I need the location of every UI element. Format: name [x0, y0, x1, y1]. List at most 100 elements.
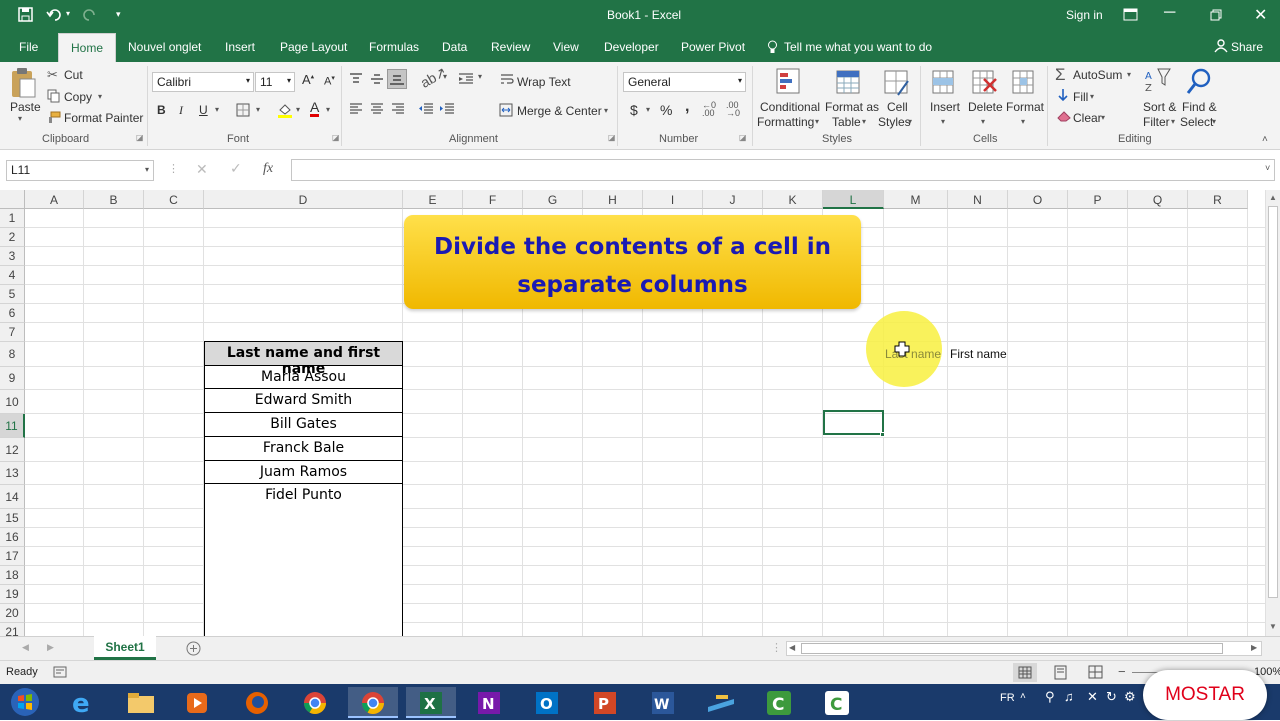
format-painter-button[interactable]: Format Painter [64, 111, 143, 125]
currency-dropdown-icon[interactable]: ▾ [646, 105, 650, 114]
format-dropdown-icon[interactable]: ▾ [1021, 117, 1025, 126]
input-language[interactable]: FR [1000, 692, 1015, 704]
wrap-text-button[interactable]: Wrap Text [517, 75, 571, 89]
text-direction-icon[interactable] [458, 73, 474, 85]
taskbar-onenote[interactable]: N [464, 687, 514, 718]
copy-dropdown-icon[interactable]: ▾ [98, 92, 102, 101]
table-row[interactable]: Bill Gates [205, 413, 402, 437]
comma-button[interactable]: , [685, 98, 689, 116]
taskbar-chrome-2[interactable] [348, 687, 398, 718]
zoom-out-icon[interactable]: − [1118, 664, 1126, 679]
row-header-20[interactable]: 20 [0, 604, 25, 623]
text-direction-dropdown-icon[interactable]: ▾ [478, 72, 482, 81]
column-header-b[interactable]: B [84, 190, 144, 209]
fill-color-dropdown-icon[interactable]: ▾ [296, 105, 300, 114]
worksheet-grid[interactable]: ABCDEFGHIJKLMNOPQR 1 2 3 4 5 6 7 8 9 10 11 12 13 14 15… [0, 190, 1280, 636]
align-bottom-button[interactable] [387, 69, 407, 89]
tab-file[interactable]: File [19, 40, 38, 54]
macro-recording-icon[interactable] [53, 666, 67, 678]
borders-icon[interactable] [236, 103, 250, 117]
fill-button[interactable]: Fill [1073, 90, 1088, 104]
taskbar-media-player[interactable] [172, 687, 222, 718]
paste-dropdown-icon[interactable]: ▾ [18, 114, 22, 123]
scroll-down-icon[interactable]: ▼ [1269, 622, 1277, 631]
italic-button[interactable]: I [179, 103, 183, 118]
clear-dropdown-icon[interactable]: ▾ [1101, 113, 1105, 122]
horizontal-scroll-thumb[interactable] [801, 643, 1223, 654]
row-header-16[interactable]: 16 [0, 528, 25, 547]
font-name-select[interactable]: Calibri ▾ [152, 72, 254, 92]
redo-icon[interactable] [80, 7, 98, 23]
orientation-dropdown-icon[interactable]: ▾ [443, 72, 447, 81]
horizontal-scrollbar[interactable]: ◀ ▶ [786, 641, 1262, 656]
row-header-3[interactable]: 3 [0, 247, 25, 266]
align-center-icon[interactable] [370, 103, 384, 115]
taskbar-outlook[interactable]: O [522, 687, 572, 718]
alignment-launcher-icon[interactable]: ◪ [608, 133, 616, 142]
format-as-table-button[interactable]: Format as [825, 100, 879, 114]
tab-power-pivot[interactable]: Power Pivot [681, 40, 745, 54]
tell-me-search[interactable]: Tell me what you want to do [784, 40, 932, 54]
collapse-ribbon-icon[interactable]: ˄ [1262, 134, 1268, 145]
font-launcher-icon[interactable]: ◪ [332, 133, 340, 142]
row-header-13[interactable]: 13 [0, 462, 25, 485]
cancel-entry-icon[interactable]: ✕ [196, 161, 208, 178]
tab-nouvel-onglet[interactable]: Nouvel onglet [128, 40, 201, 54]
find-select-button[interactable]: Find & [1182, 100, 1217, 114]
column-header-i[interactable]: I [643, 190, 703, 209]
next-sheet-icon[interactable]: ▶ [47, 642, 54, 653]
taskbar-powerpoint[interactable]: P [580, 687, 630, 718]
increase-indent-icon[interactable] [439, 103, 455, 115]
merge-dropdown-icon[interactable]: ▾ [604, 106, 608, 115]
column-header-n[interactable]: N [948, 190, 1008, 209]
bold-button[interactable]: B [157, 103, 166, 117]
paste-button[interactable]: Paste [10, 100, 41, 114]
row-header-19[interactable]: 19 [0, 585, 25, 604]
column-header-d[interactable]: D [204, 190, 403, 209]
taskbar-chrome-1[interactable] [290, 687, 340, 718]
clipboard-launcher-icon[interactable]: ◪ [136, 133, 144, 142]
tab-insert[interactable]: Insert [225, 40, 255, 54]
autosum-button[interactable]: AutoSum [1073, 68, 1122, 82]
row-header-18[interactable]: 18 [0, 566, 25, 585]
conditional-formatting-button[interactable]: Conditional [760, 100, 820, 114]
column-header-m[interactable]: M [884, 190, 948, 209]
column-header-p[interactable]: P [1068, 190, 1128, 209]
expand-formula-bar-icon[interactable]: ˅ [1265, 163, 1270, 173]
row-header-14[interactable]: 14 [0, 485, 25, 509]
tray-expand-icon[interactable]: ˄ [1020, 691, 1026, 702]
select-all-corner[interactable] [0, 190, 25, 209]
scroll-left-icon[interactable]: ◀ [789, 643, 795, 652]
vertical-scroll-thumb[interactable] [1268, 206, 1278, 598]
underline-dropdown-icon[interactable]: ▾ [215, 105, 219, 114]
taskbar-internet-explorer[interactable]: e [58, 687, 108, 719]
tab-home[interactable]: Home [58, 33, 117, 62]
table-row[interactable]: Fidel Punto [205, 484, 402, 508]
cell-styles-button[interactable]: Cell [887, 100, 908, 114]
taskbar-excel[interactable]: X [406, 687, 456, 718]
column-header-h[interactable]: H [583, 190, 643, 209]
taskbar-camtasia-2[interactable]: C [812, 687, 862, 718]
delete-dropdown-icon[interactable]: ▾ [981, 117, 985, 126]
vertical-scrollbar[interactable]: ▲ ▼ [1265, 190, 1280, 636]
align-top-icon[interactable] [349, 73, 363, 85]
row-header-2[interactable]: 2 [0, 228, 25, 247]
insert-function-button[interactable]: fx [263, 161, 273, 177]
row-header-10[interactable]: 10 [0, 390, 25, 414]
page-layout-view-icon[interactable] [1053, 665, 1069, 680]
column-header-j[interactable]: J [703, 190, 763, 209]
new-sheet-icon[interactable] [186, 641, 201, 656]
delete-button[interactable]: Delete [968, 100, 1003, 114]
column-header-a[interactable]: A [25, 190, 84, 209]
previous-sheet-icon[interactable]: ◀ [22, 642, 29, 653]
row-header-21[interactable]: 21 [0, 623, 25, 636]
insert-dropdown-icon[interactable]: ▾ [941, 117, 945, 126]
column-header-f[interactable]: F [463, 190, 523, 209]
percent-button[interactable]: % [660, 102, 672, 118]
tab-split-grip-icon[interactable]: ⋮ [771, 641, 782, 654]
number-launcher-icon[interactable]: ◪ [739, 133, 747, 142]
currency-button[interactable]: $ [630, 102, 638, 118]
active-cell-l11[interactable] [823, 410, 884, 435]
sort-filter-button[interactable]: Sort & [1143, 100, 1176, 114]
grow-font-icon[interactable]: A▴ [302, 72, 314, 87]
